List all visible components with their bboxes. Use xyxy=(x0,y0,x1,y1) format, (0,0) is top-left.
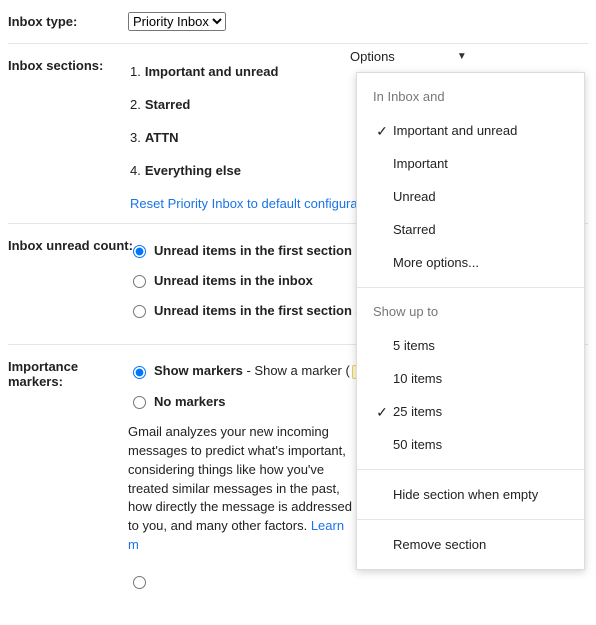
importance-markers-label: Importance markers: xyxy=(8,357,128,389)
section-options-trigger[interactable]: Options ▼ xyxy=(350,49,467,64)
menu-header-showup: Show up to xyxy=(357,296,584,329)
menu-option-remove-section[interactable]: Remove section xyxy=(357,528,584,561)
importance-markers-radio[interactable] xyxy=(133,366,146,379)
importance-markers-radio[interactable] xyxy=(133,396,146,409)
menu-option-important[interactable]: Important xyxy=(357,147,584,180)
check-icon: ✓ xyxy=(376,405,388,419)
importance-markers-description: Gmail analyzes your new incoming message… xyxy=(128,423,358,555)
reset-priority-inbox-link[interactable]: Reset Priority Inbox to default configur… xyxy=(130,196,358,211)
menu-option-25-items[interactable]: ✓ 25 items xyxy=(357,395,584,428)
unread-count-radio[interactable] xyxy=(133,245,146,258)
inbox-unread-count-label: Inbox unread count: xyxy=(8,236,128,253)
check-icon: ✓ xyxy=(376,124,388,138)
menu-option-important-and-unread[interactable]: ✓ Important and unread xyxy=(357,114,584,147)
unread-count-radio[interactable] xyxy=(133,275,146,288)
unread-count-radio[interactable] xyxy=(133,305,146,318)
menu-option-5-items[interactable]: 5 items xyxy=(357,329,584,362)
caret-down-icon: ▼ xyxy=(457,51,467,62)
menu-option-10-items[interactable]: 10 items xyxy=(357,362,584,395)
menu-option-50-items[interactable]: 50 items xyxy=(357,428,584,461)
menu-option-starred[interactable]: Starred xyxy=(357,213,584,246)
options-label: Options xyxy=(350,49,395,64)
menu-option-hide-when-empty[interactable]: Hide section when empty xyxy=(357,478,584,511)
section-options-menu: In Inbox and ✓ Important and unread Impo… xyxy=(356,72,585,570)
menu-option-unread[interactable]: Unread xyxy=(357,180,584,213)
inbox-type-label: Inbox type: xyxy=(8,12,128,29)
inbox-sections-label: Inbox sections: xyxy=(8,56,128,73)
markers-extra-radio[interactable] xyxy=(133,576,146,589)
menu-option-more-options[interactable]: More options... xyxy=(357,246,584,279)
importance-markers-extra-option[interactable] xyxy=(128,573,588,589)
inbox-type-select[interactable]: Priority Inbox xyxy=(128,12,226,31)
menu-header-inbox: In Inbox and xyxy=(357,81,584,114)
